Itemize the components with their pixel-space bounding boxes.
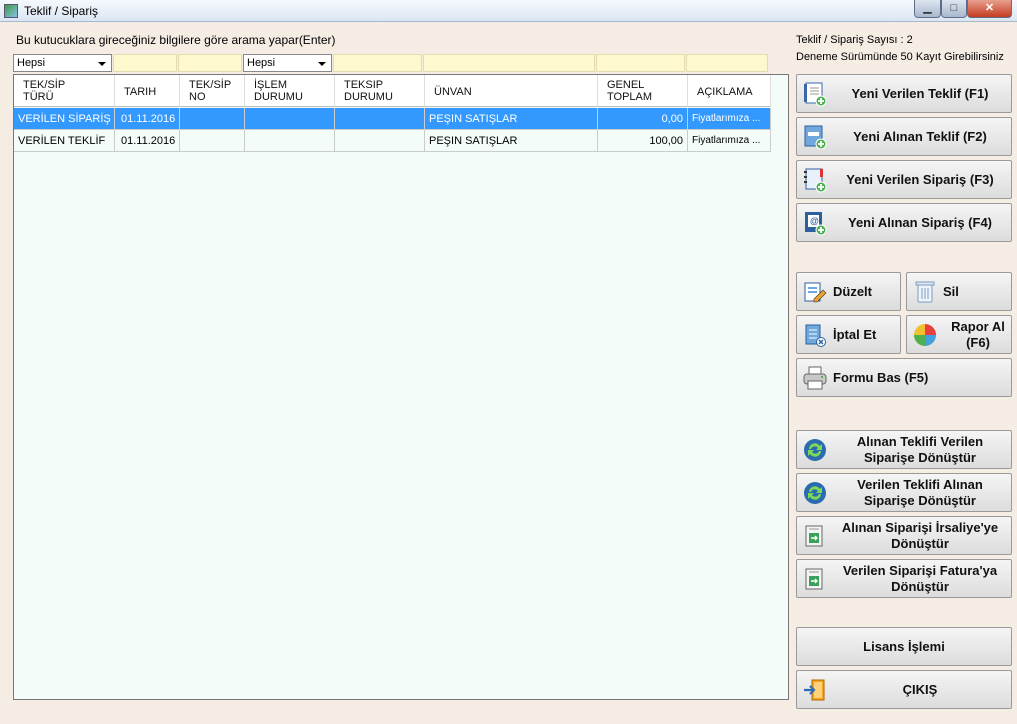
maximize-icon: □	[950, 2, 958, 14]
header-no[interactable]: TEK/SİP NO	[180, 75, 245, 107]
cell-title: PEŞIN SATIŞLAR	[425, 130, 598, 152]
app-icon	[4, 4, 18, 18]
teksip-filter-input[interactable]	[333, 54, 422, 72]
cell-no	[180, 108, 245, 130]
convert-given-offer-to-received-order-button[interactable]: Verilen Teklifi Alınan Siparişe Dönüştür	[796, 473, 1012, 512]
new-received-order-button[interactable]: @ Yeni Alınan Sipariş (F4)	[796, 203, 1012, 242]
table-header: TEK/SİP TÜRÜ TARIH TEK/SİP NO İŞLEM DURUMU …	[14, 75, 771, 107]
title-filter-input[interactable]	[423, 54, 595, 72]
pie-chart-icon	[914, 323, 936, 346]
cancel-label: İptal Et	[833, 326, 877, 342]
cell-process-status	[245, 108, 335, 130]
record-count-label: Teklif / Sipariş Sayısı : 2	[796, 34, 913, 46]
license-label: Lisans İşlemi	[863, 638, 945, 654]
new-received-offer-label: Yeni Alınan Teklif (F2)	[853, 128, 987, 144]
cell-title: PEŞIN SATIŞLAR	[425, 108, 598, 130]
trash-icon	[915, 281, 935, 302]
table-row[interactable]: VERİLEN SİPARİŞ 01.11.2016 PEŞIN SATIŞLA…	[14, 108, 771, 130]
cell-total: 100,00	[598, 130, 688, 152]
cell-date: 01.11.2016	[115, 108, 180, 130]
cell-no	[180, 130, 245, 152]
cell-type: VERİLEN SİPARİŞ	[14, 108, 115, 130]
cell-description: Fiyatlarımıza ...	[688, 130, 771, 152]
printer-icon	[803, 366, 827, 389]
header-date[interactable]: TARIH	[115, 75, 180, 107]
cell-description: Fiyatlarımıza ...	[688, 108, 771, 130]
document-add-icon	[804, 82, 827, 106]
delete-label: Sil	[943, 283, 959, 299]
trial-notice: Deneme Sürümünde 50 Kayıt Girebilirsiniz	[796, 51, 1004, 63]
no-filter-input[interactable]	[178, 54, 242, 72]
new-received-order-label: Yeni Alınan Sipariş (F4)	[848, 214, 992, 230]
document-convert-icon	[805, 568, 823, 589]
print-form-button[interactable]: Formu Bas (F5)	[796, 358, 1012, 397]
title-bar: Teklif / Sipariş ▁ □ ✕	[0, 0, 1017, 22]
svg-text:@: @	[810, 216, 819, 226]
cell-teksip-status	[335, 108, 425, 130]
table-row[interactable]: VERİLEN TEKLİF 01.11.2016 PEŞIN SATIŞLAR…	[14, 130, 771, 152]
header-type[interactable]: TEK/SİP TÜRÜ	[14, 75, 115, 107]
convert3-label: Alınan Siparişi İrsaliye'ye Dönüştür	[841, 519, 999, 551]
header-description[interactable]: AÇIKLAMA	[688, 75, 771, 107]
maximize-button[interactable]: □	[941, 0, 967, 18]
search-hint: Bu kutucuklara gireceğiniz bilgilere gör…	[16, 33, 336, 47]
planner-add-icon	[804, 168, 827, 192]
header-process-status[interactable]: İŞLEM DURUMU	[245, 75, 335, 107]
header-title[interactable]: ÜNVAN	[425, 75, 598, 107]
close-icon: ✕	[984, 2, 995, 14]
exit-door-icon	[804, 679, 825, 700]
exit-button[interactable]: ÇIKIŞ	[796, 670, 1012, 709]
edit-icon	[804, 282, 827, 302]
header-teksip-status[interactable]: TEKSIP DURUMU	[335, 75, 425, 107]
new-given-order-label: Yeni Verilen Sipariş (F3)	[846, 171, 994, 187]
address-book-add-icon: @	[805, 211, 827, 235]
convert4-label: Verilen Siparişi Fatura'ya Dönüştür	[842, 562, 998, 594]
cell-total: 0,00	[598, 108, 688, 130]
close-button[interactable]: ✕	[967, 0, 1012, 18]
minimize-button[interactable]: ▁	[914, 0, 941, 18]
edit-button[interactable]: Düzelt	[796, 272, 901, 311]
exit-label: ÇIKIŞ	[902, 681, 938, 697]
type-filter-select[interactable]: Hepsi	[13, 54, 112, 72]
date-filter-input[interactable]	[113, 54, 177, 72]
cell-date: 01.11.2016	[115, 130, 180, 152]
convert-arrows-icon	[804, 481, 826, 504]
new-received-offer-button[interactable]: Yeni Alınan Teklif (F2)	[796, 117, 1012, 156]
convert1-label: Alınan Teklifi Verilen Siparişe Dönüştür	[856, 433, 984, 465]
cell-teksip-status	[335, 130, 425, 152]
convert-arrows-icon	[804, 438, 826, 461]
minimize-icon: ▁	[923, 2, 932, 14]
convert-received-offer-to-given-order-button[interactable]: Alınan Teklifi Verilen Siparişe Dönüştür	[796, 430, 1012, 469]
edit-label: Düzelt	[833, 283, 872, 299]
document-convert-icon	[805, 525, 823, 546]
description-filter-input[interactable]	[686, 54, 768, 72]
delete-button[interactable]: Sil	[906, 272, 1012, 311]
document-cancel-icon	[805, 324, 826, 347]
total-filter-input[interactable]	[596, 54, 685, 72]
records-table[interactable]: TEK/SİP TÜRÜ TARIH TEK/SİP NO İŞLEM DURUMU …	[13, 74, 789, 700]
cell-process-status	[245, 130, 335, 152]
print-form-label: Formu Bas (F5)	[833, 369, 929, 385]
convert-received-order-to-waybill-button[interactable]: Alınan Siparişi İrsaliye'ye Dönüştür	[796, 516, 1012, 555]
notebook-add-icon	[804, 125, 827, 149]
cancel-button[interactable]: İptal Et	[796, 315, 901, 354]
cell-type: VERİLEN TEKLİF	[14, 130, 115, 152]
header-total[interactable]: GENEL TOPLAM	[598, 75, 688, 107]
report-label: Rapor Al (F6)	[951, 318, 1005, 350]
convert-given-order-to-invoice-button[interactable]: Verilen Siparişi Fatura'ya Dönüştür	[796, 559, 1012, 598]
report-button[interactable]: Rapor Al (F6)	[906, 315, 1012, 354]
new-given-offer-button[interactable]: Yeni Verilen Teklif (F1)	[796, 74, 1012, 113]
new-given-offer-label: Yeni Verilen Teklif (F1)	[851, 85, 989, 101]
new-given-order-button[interactable]: Yeni Verilen Sipariş (F3)	[796, 160, 1012, 199]
convert2-label: Verilen Teklifi Alınan Siparişe Dönüştür	[857, 476, 983, 508]
window-title: Teklif / Sipariş	[24, 4, 99, 18]
status-filter-select[interactable]: Hepsi	[243, 54, 332, 72]
license-button[interactable]: Lisans İşlemi	[796, 627, 1012, 666]
